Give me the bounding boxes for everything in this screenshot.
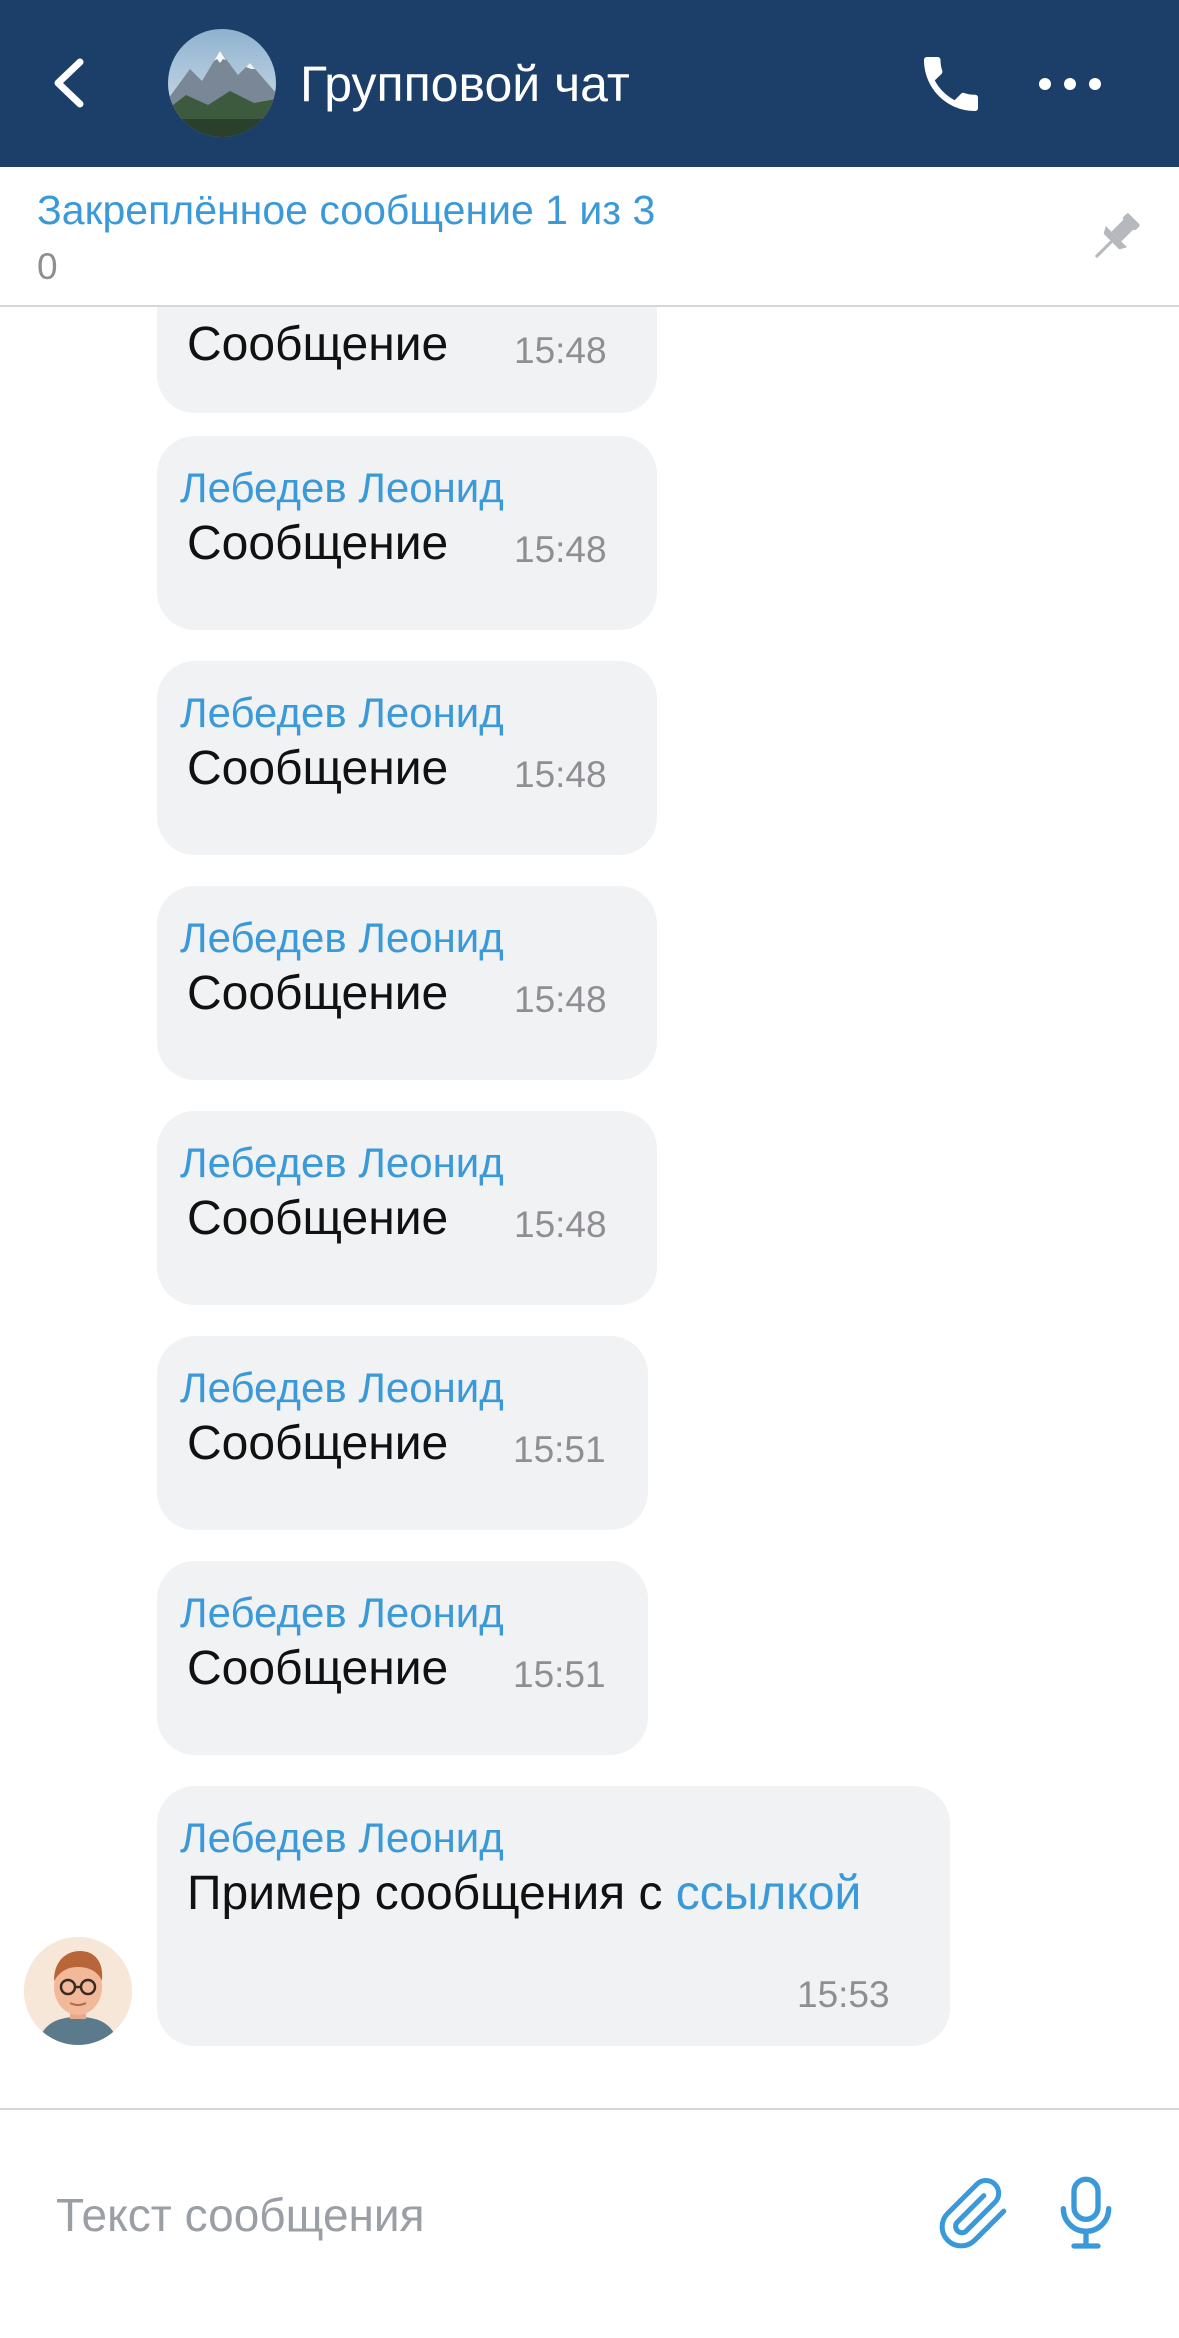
message-time: 15:48: [514, 529, 607, 570]
microphone-button[interactable]: [1054, 2172, 1118, 2256]
message-text-before-link: Пример сообщения с: [187, 1867, 676, 1920]
message-bubble[interactable]: Лебедев Леонид Сообщение 15:51: [157, 1561, 648, 1755]
message-author[interactable]: Лебедев Леонид: [180, 1589, 504, 1637]
message-author[interactable]: Лебедев Леонид: [180, 1139, 504, 1187]
more-button[interactable]: [1035, 60, 1105, 108]
chevron-left-icon: [54, 58, 84, 108]
pinned-message-bar[interactable]: Закреплённое сообщение 1 из 3 0: [0, 167, 1179, 307]
avatar[interactable]: [24, 1937, 132, 2045]
message-author[interactable]: Лебедев Леонид: [180, 1814, 504, 1862]
back-button[interactable]: [36, 48, 106, 118]
message-bubble[interactable]: Лебедев Леонид Сообщение 15:48: [157, 661, 657, 855]
chat-title[interactable]: Групповой чат: [300, 52, 630, 116]
message-time: 15:48: [514, 754, 607, 795]
message-text: Сообщение: [187, 517, 449, 570]
pinned-title: Закреплённое сообщение 1 из 3: [37, 187, 656, 233]
message-author[interactable]: Лебедев Леонид: [180, 689, 504, 737]
message-text: Сообщение: [187, 742, 449, 795]
attach-button[interactable]: [936, 2172, 1012, 2256]
paperclip-icon: [939, 2178, 1007, 2249]
pin-icon[interactable]: [1080, 203, 1150, 273]
chat-avatar[interactable]: [168, 29, 276, 137]
message-bubble[interactable]: Лебедев Леонид Сообщение 15:48: [157, 886, 657, 1080]
message-text: Сообщение: [187, 1417, 449, 1470]
message-time: 15:48: [514, 979, 607, 1020]
message-time: 15:51: [513, 1654, 606, 1695]
message-time: 15:48: [514, 1204, 607, 1245]
pinned-text: 0: [37, 246, 58, 287]
message-time: 15:48: [514, 330, 607, 371]
message-text: Сообщение: [187, 1642, 449, 1695]
more-horizontal-icon: [1039, 78, 1101, 90]
message-input[interactable]: [56, 2182, 876, 2248]
message-bubble[interactable]: Лебедев Леонид Пример сообщения с ссылко…: [157, 1786, 950, 2046]
message-text: Сообщение: [187, 318, 449, 371]
message-text: Пример сообщения с ссылкой: [187, 1866, 861, 1921]
message-author[interactable]: Лебедев Леонид: [180, 914, 504, 962]
message-text: Сообщение: [187, 1192, 449, 1245]
message-text: Сообщение: [187, 967, 449, 1020]
message-list[interactable]: Сообщение 15:48 Лебедев Леонид Сообщение…: [0, 307, 1179, 2108]
call-button[interactable]: [915, 48, 987, 120]
microphone-icon: [1060, 2176, 1112, 2249]
message-bubble[interactable]: Лебедев Леонид Сообщение 15:48: [157, 436, 657, 630]
message-link[interactable]: ссылкой: [676, 1867, 862, 1920]
message-bubble[interactable]: Лебедев Леонид Сообщение 15:51: [157, 1336, 648, 1530]
message-input-bar: [0, 2108, 1179, 2338]
message-bubble[interactable]: Лебедев Леонид Сообщение 15:48: [157, 1111, 657, 1305]
message-author[interactable]: Лебедев Леонид: [180, 464, 504, 512]
message-author[interactable]: Лебедев Леонид: [180, 1364, 504, 1412]
chat-header: Групповой чат: [0, 0, 1179, 167]
message-time: 15:53: [797, 1974, 890, 2015]
phone-icon: [924, 57, 978, 111]
message-time: 15:51: [513, 1429, 606, 1470]
message-bubble[interactable]: Сообщение 15:48: [157, 307, 657, 413]
